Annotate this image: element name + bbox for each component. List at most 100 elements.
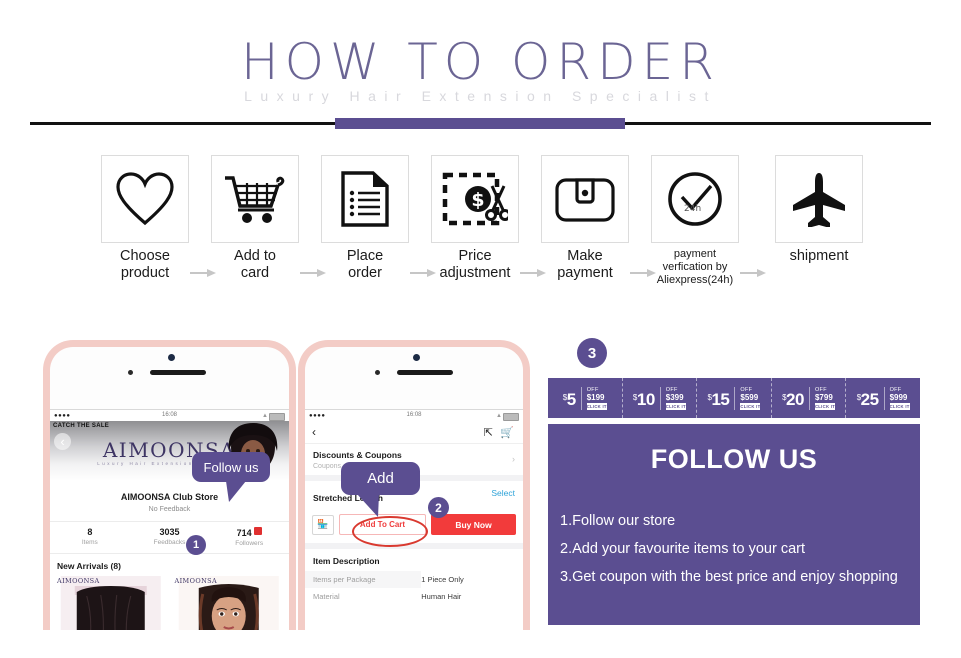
shopping-cart-icon-box — [211, 155, 299, 243]
status-time: 16:08 — [161, 412, 177, 418]
arrow-icon-6 — [740, 268, 766, 278]
product-card[interactable]: AIMOONSA — [54, 576, 168, 630]
step-label: Price adjustment — [439, 248, 511, 281]
stat-followers[interactable]: 714 Followers — [209, 527, 289, 547]
share-icon[interactable]: ⇱ — [484, 426, 493, 439]
svg-text:$: $ — [471, 189, 484, 211]
wifi-icon: ▲ — [496, 413, 502, 419]
coupon-amount: $25 — [856, 389, 879, 409]
coupon-amount: $20 — [782, 389, 804, 409]
list-item: 3.Get coupon with the best price and enj… — [560, 569, 898, 585]
front-camera-icon — [168, 354, 175, 361]
coupon-click-button[interactable]: CLICK IT — [814, 402, 836, 410]
step-place-order: Place order — [319, 155, 411, 282]
coupon-click-button[interactable]: CLICK IT — [740, 402, 761, 410]
step-add-to-cart: Add to card — [209, 155, 301, 282]
status-time: 16:08 — [406, 412, 422, 418]
svg-text:24h: 24h — [684, 204, 701, 214]
coupon-click-button[interactable]: CLICK IT — [665, 402, 686, 410]
new-arrivals-heading: New Arrivals (8) — [57, 561, 121, 571]
step-label: Place order — [346, 248, 384, 281]
spec-row: Material Human Hair — [305, 588, 523, 605]
sensor-icon — [375, 370, 380, 375]
step-make-payment: Make payment — [539, 155, 631, 282]
earpiece-speaker — [150, 370, 206, 375]
airplane-icon-box — [775, 155, 863, 243]
arrow-right-icon — [740, 269, 766, 277]
stat-value: 8 — [87, 527, 93, 537]
store-icon[interactable]: 🏪 — [312, 514, 334, 535]
spec-key: Items per Package — [313, 575, 376, 584]
phone-mockup-store: ●●●● 16:08 ▲ CATCH THE SALE ‹ AIMOONSA L… — [43, 340, 296, 630]
stat-label: Followers — [235, 540, 264, 547]
step-badge-2: 2 — [428, 497, 449, 518]
product-navbar: ‹ ⇱ 🛒 — [305, 421, 523, 444]
step-badge-3: 3 — [577, 338, 607, 368]
step-label: shipment — [789, 248, 849, 264]
document-icon-box — [321, 155, 409, 243]
step-shipment: shipment — [764, 155, 874, 265]
spec-value: 1 Piece Only — [421, 571, 523, 588]
phone-notch — [305, 354, 523, 387]
callout-text: Follow us — [203, 459, 259, 475]
battery-icon — [503, 413, 519, 421]
product-card-brand: AIMOONSA — [57, 577, 100, 585]
add-callout: Add — [341, 462, 420, 517]
follow-us-callout: Follow us — [192, 452, 270, 502]
coupon-click-button[interactable]: CLICK IT — [586, 402, 607, 410]
coupon-item[interactable]: $25 OFF $999 CLICK IT — [846, 378, 920, 418]
coupon-item[interactable]: $15 OFF $599 CLICK IT — [697, 378, 772, 418]
coupon-min-spend: $799 — [814, 392, 833, 402]
store-stats-row: 8 Items 3035 Feedbacks 714 Followers — [50, 521, 289, 554]
price-tag-scissors-icon: $ — [442, 172, 508, 226]
phone1-screen: ●●●● 16:08 ▲ CATCH THE SALE ‹ AIMOONSA L… — [50, 409, 289, 630]
item-description-heading: Item Description — [313, 556, 380, 566]
cart-icon[interactable]: 🛒 — [500, 426, 514, 439]
page-header: HOW TO ORDER Luxury Hair Extension Speci… — [0, 0, 961, 130]
sensor-icon — [128, 370, 133, 375]
clock-check-24h-icon-box: 24h — [651, 155, 739, 243]
coupon-details: OFF $599 CLICK IT — [734, 386, 761, 410]
coupon-min-spend: $599 — [740, 392, 759, 402]
stat-value: 714 — [209, 527, 289, 538]
stat-label: Items — [81, 539, 98, 546]
coupon-amount: $5 — [562, 389, 576, 409]
back-icon[interactable]: ‹ — [312, 425, 316, 439]
coupon-item[interactable]: $5 OFF $199 CLICK IT — [548, 378, 623, 418]
heart-icon — [116, 172, 174, 226]
add-to-cart-highlight-ellipse — [352, 516, 428, 547]
buy-now-button[interactable]: Buy Now — [431, 514, 516, 535]
coupon-click-button[interactable]: CLICK IT — [889, 402, 910, 410]
page-subtitle: Luxury Hair Extension Specialist — [244, 88, 717, 104]
follow-us-list: 1.Follow our store 2.Add your favourite … — [548, 491, 920, 591]
step-choose-product: Choose product — [99, 155, 191, 282]
product-card[interactable]: AIMOONSA — [171, 576, 285, 630]
follow-us-title: FOLLOW US — [650, 444, 818, 474]
stat-items: 8 Items — [50, 527, 130, 547]
page-title: HOW TO ORDER — [240, 33, 720, 91]
coupon-details: OFF $399 CLICK IT — [659, 386, 686, 410]
callout-tail — [357, 494, 379, 517]
step-label: payment verfication by Aliexpress(24h) — [656, 248, 734, 286]
coupon-bar: $5 OFF $199 CLICK IT $10 OFF $399 CLICK … — [548, 378, 920, 418]
coupon-item[interactable]: $10 OFF $399 CLICK IT — [623, 378, 698, 418]
product-card-brand: AIMOONSA — [174, 577, 218, 585]
wallet-icon — [555, 178, 615, 222]
step-label: Add to card — [234, 248, 276, 281]
callout-text: Add — [367, 470, 394, 487]
phone2-statusbar: ●●●● 16:08 ▲ — [305, 410, 523, 421]
coupon-amount: $15 — [707, 389, 730, 409]
header-divider-accent — [335, 118, 625, 129]
step-price-adjustment: $ Price adjustment — [429, 155, 521, 282]
phone1-statusbar: ●●●● 16:08 ▲ — [50, 410, 289, 421]
chevron-right-icon: › — [512, 454, 515, 464]
select-link[interactable]: Select — [491, 488, 515, 498]
store-name: AIMOONSA Club Store — [120, 492, 219, 502]
spec-row: Items per Package 1 Piece Only — [305, 571, 523, 588]
shopping-cart-icon — [225, 176, 285, 223]
spec-key: Material — [313, 592, 340, 601]
airplane-icon — [793, 173, 845, 227]
coupon-item[interactable]: $20 OFF $799 CLICK IT — [772, 378, 847, 418]
coupon-amount: $10 — [632, 389, 655, 409]
step-badge-1: 1 — [186, 535, 206, 555]
